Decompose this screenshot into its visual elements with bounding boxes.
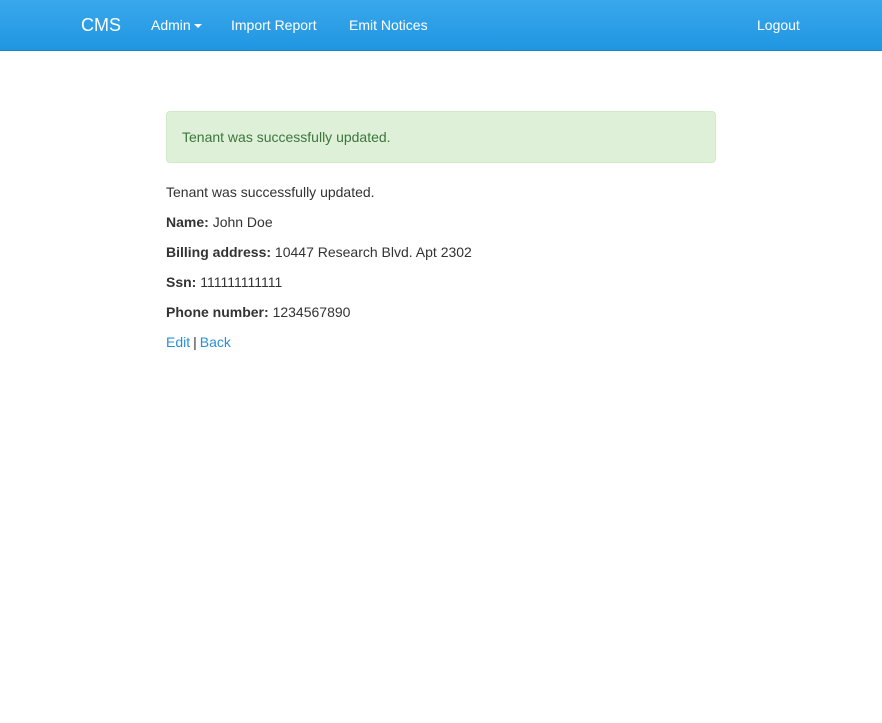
field-name-value: John Doe (212, 214, 273, 230)
top-navbar: CMS Admin Import Report Emit Notices Log… (0, 0, 882, 51)
field-phone-number-label: Phone number: (166, 304, 269, 320)
field-name: Name: John Doe (166, 212, 273, 232)
nav-import-report[interactable]: Import Report (231, 0, 317, 51)
field-billing-address-value: 10447 Research Blvd. Apt 2302 (274, 244, 472, 260)
nav-admin-dropdown[interactable]: Admin (151, 0, 202, 51)
nav-admin-label: Admin (151, 17, 191, 33)
field-name-label: Name: (166, 214, 209, 230)
field-billing-address-label: Billing address: (166, 244, 272, 260)
link-separator: | (193, 334, 197, 350)
edit-link[interactable]: Edit (166, 334, 190, 350)
field-ssn-label: Ssn: (166, 274, 197, 290)
notice-text: Tenant was successfully updated. (166, 184, 375, 200)
back-link[interactable]: Back (200, 334, 231, 350)
field-phone-number-value: 1234567890 (272, 304, 351, 320)
field-billing-address: Billing address: 10447 Research Blvd. Ap… (166, 242, 472, 262)
brand-link[interactable]: CMS (81, 0, 121, 51)
action-links: Edit | Back (166, 332, 231, 352)
field-ssn: Ssn: 111111111111 (166, 272, 282, 292)
nav-emit-notices[interactable]: Emit Notices (349, 0, 428, 51)
logout-link[interactable]: Logout (757, 0, 800, 51)
field-ssn-value: 111111111111 (200, 274, 283, 290)
success-alert: Tenant was successfully updated. (166, 111, 716, 163)
caret-down-icon (193, 24, 202, 29)
field-phone-number: Phone number: 1234567890 (166, 302, 350, 322)
